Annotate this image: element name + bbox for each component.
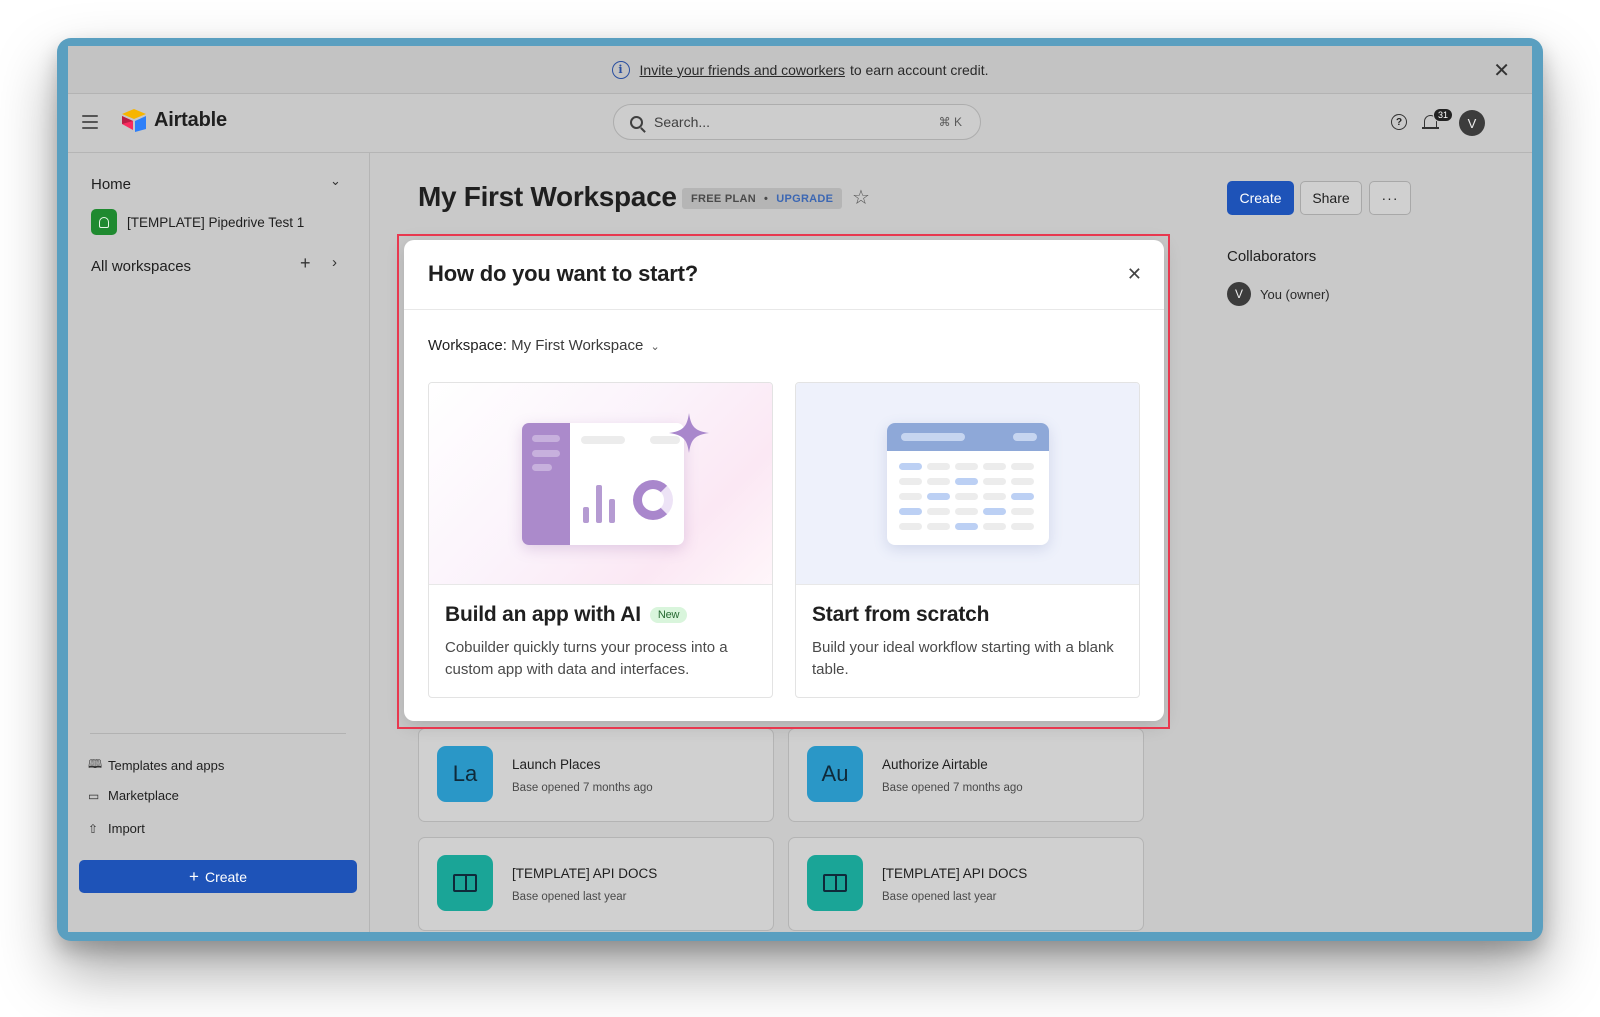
add-workspace-icon[interactable]: +	[300, 253, 311, 274]
invite-banner: i Invite your friends and coworkers to e…	[68, 46, 1532, 94]
base-icon: La	[437, 746, 493, 802]
base-opened: Base opened last year	[512, 891, 627, 903]
start-dialog: How do you want to start? ✕ Workspace: M…	[404, 240, 1164, 721]
chevron-down-icon[interactable]: ⌄	[330, 173, 341, 189]
base-card[interactable]: Au Authorize Airtable Base opened 7 mont…	[788, 728, 1144, 822]
sidebar-link-label: Templates and apps	[108, 758, 225, 773]
option-title: Build an app with AI New	[445, 603, 688, 627]
base-name: [TEMPLATE] API DOCS	[882, 866, 1028, 881]
sidebar-home[interactable]: Home	[91, 176, 131, 193]
marketplace-icon: ▭	[88, 788, 100, 803]
invite-link[interactable]: Invite your friends and coworkers	[640, 62, 845, 78]
notification-count: 31	[1433, 108, 1454, 122]
base-opened: Base opened 7 months ago	[882, 782, 1023, 794]
close-banner-icon[interactable]: ✕	[1493, 58, 1510, 83]
option-title-text: Build an app with AI	[445, 603, 641, 626]
base-icon: Au	[807, 746, 863, 802]
app-illustration	[522, 423, 684, 545]
base-card[interactable]: La Launch Places Base opened 7 months ag…	[418, 728, 774, 822]
option-description: Cobuilder quickly turns your process int…	[445, 639, 728, 678]
book-icon: 🕮	[88, 757, 103, 771]
sparkle-icon	[669, 413, 709, 453]
collaborators-title: Collaborators	[1227, 248, 1317, 265]
plan-label: FREE PLAN	[691, 192, 757, 205]
sidebar-item-label: [TEMPLATE] Pipedrive Test 1	[127, 214, 305, 230]
sidebar-link-templates[interactable]: 🕮 Templates and apps	[88, 755, 224, 776]
base-opened: Base opened 7 months ago	[512, 782, 653, 794]
user-avatar[interactable]: V	[1459, 110, 1485, 136]
option-title: Start from scratch	[812, 603, 989, 627]
collaborator-name: You (owner)	[1260, 286, 1330, 302]
base-card[interactable]: [TEMPLATE] API DOCS Base opened last yea…	[418, 837, 774, 931]
search-icon	[630, 115, 643, 129]
chevron-down-icon: ⌄	[650, 341, 660, 353]
workspace-select-value: My First Workspace	[511, 337, 644, 354]
base-opened: Base opened last year	[882, 891, 997, 903]
upload-icon: ⇧	[88, 821, 99, 836]
app-name: Airtable	[154, 108, 227, 131]
sidebar-all-workspaces[interactable]: All workspaces	[91, 258, 191, 275]
book-icon	[453, 874, 477, 892]
base-name: Launch Places	[512, 757, 601, 772]
workspace-select-label: Workspace:	[428, 337, 507, 354]
donut-chart-icon	[633, 480, 673, 520]
page-title: My First Workspace	[418, 181, 677, 212]
base-icon	[807, 855, 863, 911]
top-bar: Airtable Search... ⌘ K ? 31 V	[68, 94, 1532, 153]
sidebar-link-marketplace[interactable]: ▭ Marketplace	[88, 788, 179, 803]
base-icon	[437, 855, 493, 911]
collaborator-item: V You (owner)	[1227, 282, 1330, 306]
search-input[interactable]: Search... ⌘ K	[613, 104, 981, 140]
dialog-header: How do you want to start? ✕	[404, 240, 1164, 310]
build-app-with-ai-card[interactable]: Build an app with AI New Cobuilder quick…	[428, 382, 773, 698]
info-icon: i	[611, 60, 630, 79]
search-placeholder: Search...	[654, 114, 711, 130]
base-card[interactable]: [TEMPLATE] API DOCS Base opened last yea…	[788, 837, 1144, 931]
plus-icon: +	[189, 866, 199, 886]
star-icon[interactable]: ☆	[852, 185, 870, 210]
base-name: Authorize Airtable	[882, 757, 988, 772]
sidebar: Home ⌄ [TEMPLATE] Pipedrive Test 1 All w…	[68, 153, 370, 932]
airtable-logo[interactable]: Airtable	[120, 108, 227, 132]
sidebar-divider	[90, 733, 346, 734]
book-icon	[823, 874, 847, 892]
plan-badge[interactable]: FREE PLAN • UPGRADE	[682, 188, 843, 209]
upgrade-link[interactable]: UPGRADE	[776, 193, 833, 205]
sidebar-link-label: Marketplace	[108, 788, 179, 803]
base-name: [TEMPLATE] API DOCS	[512, 866, 658, 881]
airtable-logo-icon	[122, 109, 146, 132]
close-icon[interactable]: ✕	[1127, 264, 1142, 285]
dialog-title: How do you want to start?	[428, 261, 698, 286]
chevron-right-icon[interactable]: ›	[332, 254, 337, 271]
notifications-button[interactable]: 31	[1413, 108, 1454, 138]
search-shortcut: ⌘ K	[938, 115, 962, 129]
ai-illustration	[429, 383, 772, 585]
share-button[interactable]: Share	[1300, 181, 1362, 215]
create-button[interactable]: Create	[1227, 181, 1294, 215]
sidebar-link-label: Import	[108, 821, 145, 836]
new-badge: New	[649, 607, 688, 623]
help-icon[interactable]: ?	[1391, 114, 1407, 130]
start-from-scratch-card[interactable]: Start from scratch Build your ideal work…	[795, 382, 1140, 698]
option-title-text: Start from scratch	[812, 603, 990, 626]
create-label: Create	[204, 868, 247, 885]
workspace-icon	[91, 209, 117, 235]
banner-text: to earn account credit.	[849, 61, 989, 78]
menu-icon[interactable]	[82, 115, 98, 129]
workspace-select[interactable]: Workspace: My First Workspace ⌄	[428, 337, 660, 354]
scratch-illustration	[796, 383, 1139, 585]
sidebar-item-workspace[interactable]: [TEMPLATE] Pipedrive Test 1	[91, 209, 304, 235]
avatar: V	[1227, 282, 1251, 306]
sidebar-link-import[interactable]: ⇧ Import	[88, 821, 145, 836]
more-options-button[interactable]: ···	[1369, 181, 1411, 215]
sidebar-create-button[interactable]: + Create	[79, 860, 357, 893]
table-illustration	[887, 423, 1049, 545]
option-description: Build your ideal workflow starting with …	[812, 639, 1114, 678]
